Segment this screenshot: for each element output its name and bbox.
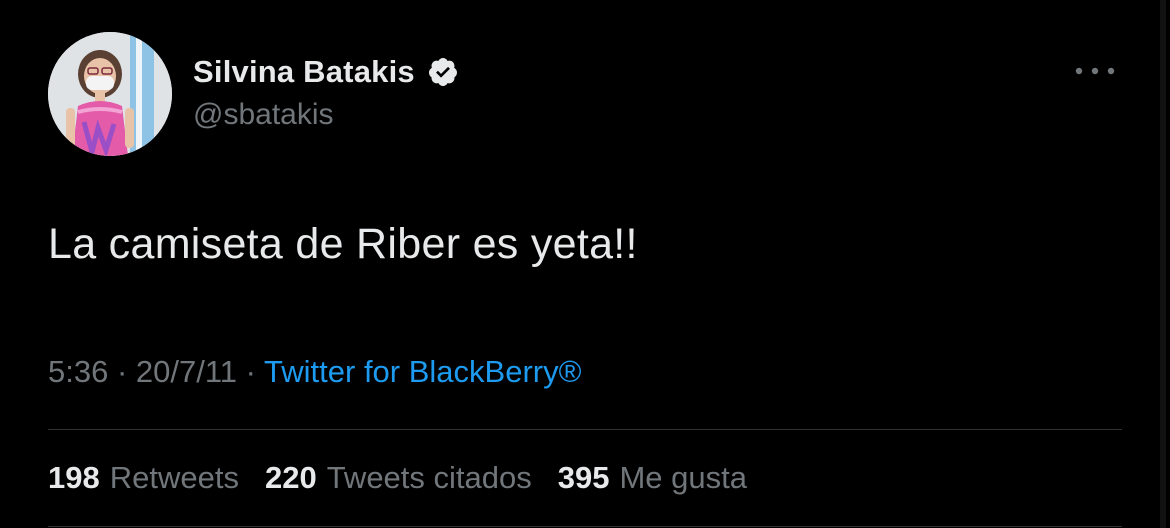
quote-tweets-stat[interactable]: 220 Tweets citados	[265, 460, 532, 496]
author-display-name[interactable]: Silvina Batakis	[193, 54, 415, 90]
tweet-stats: 198 Retweets 220 Tweets citados 395 Me gust…	[48, 460, 747, 496]
retweets-label: Retweets	[109, 460, 239, 495]
avatar[interactable]	[48, 32, 172, 156]
tweet-time[interactable]: 5:36	[48, 354, 108, 389]
quote-tweets-count: 220	[264, 460, 317, 495]
verified-badge-icon	[427, 56, 459, 88]
tweet-metadata: 5:36 · 20/7/11 · Twitter for BlackBerry®	[48, 354, 581, 390]
divider	[48, 526, 1122, 527]
avatar-image	[48, 32, 172, 156]
divider	[48, 429, 1122, 430]
quote-tweets-label: Tweets citados	[326, 460, 532, 495]
scrollbar[interactable]	[1160, 0, 1166, 528]
author-name-row: Silvina Batakis	[193, 52, 459, 92]
likes-count: 395	[557, 460, 610, 495]
tweet-card: Silvina Batakis @sbatakis La camiseta de…	[0, 0, 1170, 528]
more-options-button[interactable]	[1070, 56, 1120, 86]
likes-label: Me gusta	[619, 460, 747, 495]
author-handle[interactable]: @sbatakis	[193, 98, 334, 132]
more-horizontal-icon	[1075, 67, 1115, 75]
meta-separator: ·	[108, 354, 136, 389]
meta-separator: ·	[237, 354, 265, 389]
likes-stat[interactable]: 395 Me gusta	[558, 460, 747, 496]
tweet-source-link[interactable]: Twitter for BlackBerry®	[264, 354, 581, 389]
tweet-text: La camiseta de Riber es yeta!!	[48, 220, 638, 268]
tweet-date[interactable]: 20/7/11	[136, 354, 237, 389]
retweets-count: 198	[48, 460, 100, 495]
retweets-stat[interactable]: 198 Retweets	[48, 460, 239, 496]
